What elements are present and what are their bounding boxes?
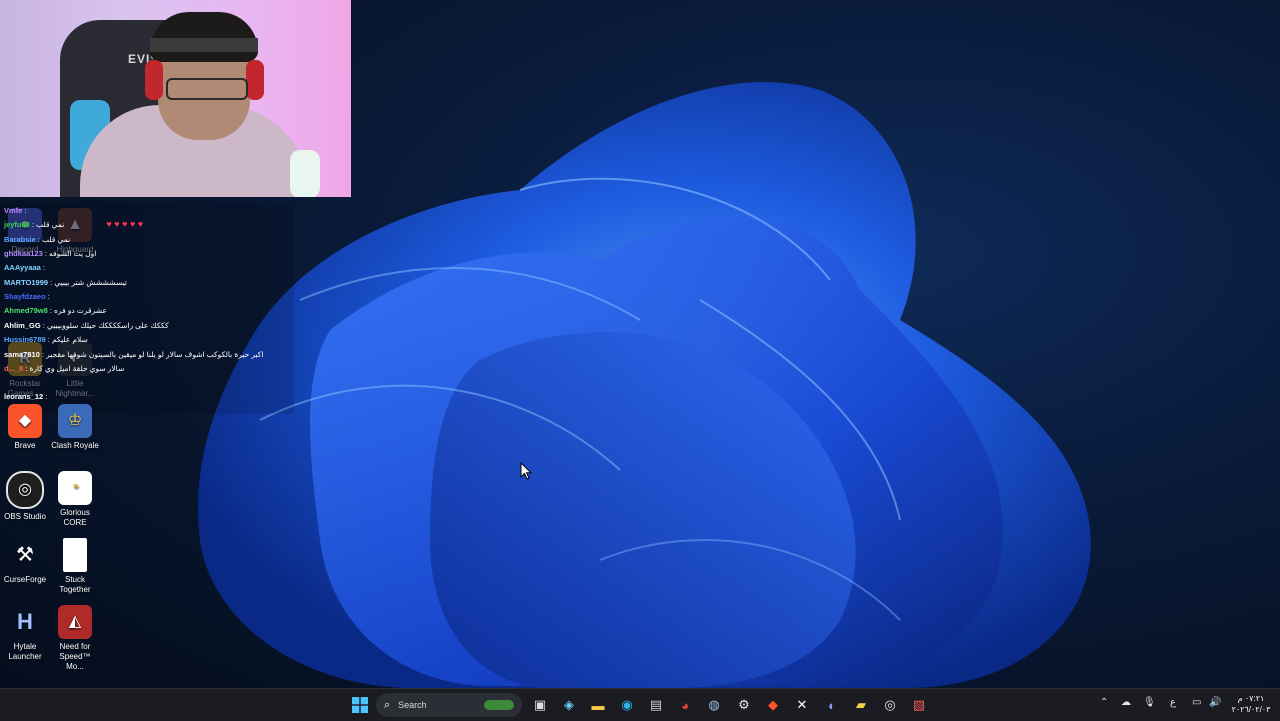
chat-username: Barabsie bbox=[4, 235, 36, 244]
language-indicator[interactable]: ع bbox=[1170, 697, 1176, 708]
chat-username: MARTO1999 bbox=[4, 278, 49, 287]
brave-icon[interactable]: ◆ bbox=[763, 695, 783, 715]
notes-icon[interactable]: ▰ bbox=[851, 695, 871, 715]
chat-username: jeyfu88 bbox=[4, 220, 30, 229]
desktop-icon-label: OBS Studio bbox=[4, 512, 46, 521]
chat-message: Hussin6789 : سلام عليكم bbox=[4, 335, 88, 344]
heart-emotes: ♥ ♥ ♥ ♥ ♥ bbox=[106, 219, 144, 229]
chat-username: leorans_12 bbox=[4, 392, 44, 401]
store-icon[interactable]: ▤ bbox=[646, 695, 666, 715]
desktop-icon-label: Clash Royale bbox=[51, 441, 99, 450]
desktop-icon-label: CurseForge bbox=[3, 575, 47, 584]
edge-icon[interactable]: ◉ bbox=[617, 695, 637, 715]
chat-username: Hussin6789 bbox=[4, 335, 46, 344]
chat-username: Vmfe bbox=[4, 206, 23, 215]
cloud-icon[interactable]: ☁ bbox=[1121, 697, 1131, 708]
windows-start-icon[interactable] bbox=[350, 695, 370, 715]
chat-message: ghdkaa123 : اول يت الشوفه bbox=[4, 249, 97, 258]
search-label: Search bbox=[398, 700, 427, 710]
task-view-icon[interactable]: ▣ bbox=[530, 695, 550, 715]
brave-icon: ◆ bbox=[8, 404, 42, 438]
steam-icon[interactable]: ◍ bbox=[704, 695, 724, 715]
glorious-icon: ◔ bbox=[58, 471, 92, 505]
headphones-left bbox=[145, 60, 163, 100]
chat-username: ghdkaa123 bbox=[4, 249, 43, 258]
taskbar-clock[interactable]: ٠٧:٢١ م ٢٠٢٦/٠٢/٠٣ bbox=[1228, 693, 1274, 715]
obs-icon[interactable]: ◎ bbox=[880, 695, 900, 715]
search-highlight-icon bbox=[484, 700, 514, 710]
chat-message: Vmfe : bbox=[4, 206, 27, 215]
desktop-icon-stuck-together[interactable]: Stuck Together bbox=[50, 538, 100, 595]
desktop-icon-label: Brave bbox=[14, 441, 36, 450]
microphone-icon[interactable]: 🎙 bbox=[1143, 697, 1156, 708]
taskbar-search[interactable]: ⌕ Search bbox=[376, 693, 522, 717]
chat-message: Ahmed79w8 : عشرقرت دو فره bbox=[4, 306, 107, 315]
search-icon: ⌕ bbox=[384, 698, 391, 711]
chevron-up-icon[interactable]: ⌃ bbox=[1100, 697, 1108, 708]
desktop-icon-brave[interactable]: ◆ Brave bbox=[0, 404, 50, 451]
chat-username: Ahlim_GG bbox=[4, 321, 41, 330]
chat-message: jeyfu88 : نمي قلب ♥ ♥ ♥ ♥ ♥ bbox=[4, 219, 144, 230]
chat-message: Barabsie : نمي قلب bbox=[4, 235, 71, 244]
curseforge-icon: ⚒ bbox=[16, 544, 34, 566]
desktop-icon-need-for-speed[interactable]: ◭ Need for Speed™ Mo... bbox=[50, 605, 100, 672]
desktop-icon-glorious-core[interactable]: ◔ Glorious CORE bbox=[50, 471, 100, 528]
desktop-icon-label: Stuck Together bbox=[59, 575, 91, 594]
desktop-icon-label: Need for Speed™ Mo... bbox=[59, 642, 91, 671]
network-icon[interactable]: ▭ bbox=[1192, 697, 1201, 708]
taskbar: ⌕ Search ▣ ◈ ▬ ◉ ▤ ◕ ◍ ⚙ ◆ ✕ ◐ ▰ ◎ ▧ ⌃ ☁… bbox=[0, 688, 1280, 721]
need-for-speed-icon: ◭ bbox=[58, 605, 92, 639]
chat-username: sama7810 bbox=[4, 350, 40, 359]
chat-message: MARTO1999 : تيسشششش شتر بيبيي bbox=[4, 278, 127, 287]
clock-date: ٢٠٢٦/٠٢/٠٣ bbox=[1231, 705, 1271, 714]
chat-message: Ahlim_GG : كككك على راسككككك حيلك سلووبي… bbox=[4, 321, 169, 330]
mouse-cursor-icon bbox=[520, 462, 532, 480]
chat-message: AAAyyaaa : bbox=[4, 263, 45, 272]
clash-royale-icon: ♔ bbox=[58, 404, 92, 438]
file-explorer-icon[interactable]: ▬ bbox=[588, 695, 608, 715]
chat-username: Ahmed79w8 bbox=[4, 306, 48, 315]
desktop-icon-label: Glorious CORE bbox=[60, 508, 90, 527]
copilot-icon[interactable]: ◈ bbox=[559, 695, 579, 715]
capcut-icon[interactable]: ✕ bbox=[792, 695, 812, 715]
glasses bbox=[166, 78, 248, 100]
hytale-icon: H bbox=[17, 609, 33, 634]
discord-icon[interactable]: ◐ bbox=[822, 695, 842, 715]
headband bbox=[150, 38, 258, 52]
headphones-right bbox=[246, 60, 264, 100]
chat-username: Shayfdzaeo bbox=[4, 292, 46, 301]
chrome-icon[interactable]: ◕ bbox=[675, 695, 695, 715]
chat-message: Shayfdzaeo : bbox=[4, 292, 50, 301]
stream-chat-overlay: Vmfe : jeyfu88 : نمي قلب ♥ ♥ ♥ ♥ ♥ Barab… bbox=[0, 202, 294, 414]
clock-time: ٠٧:٢١ م bbox=[1237, 694, 1265, 703]
streamer-hair bbox=[150, 12, 258, 62]
desktop-icon-clash-royale[interactable]: ♔ Clash Royale bbox=[50, 404, 100, 451]
desktop-icon-obs-studio[interactable]: ◎ OBS Studio bbox=[0, 471, 50, 522]
desktop-icon-curseforge[interactable]: ⚒ CurseForge bbox=[0, 538, 50, 585]
desktop-icon-hytale-launcher[interactable]: H Hytale Launcher bbox=[0, 605, 50, 662]
file-icon bbox=[63, 538, 87, 572]
settings-icon[interactable]: ⚙ bbox=[734, 695, 754, 715]
microphone bbox=[290, 150, 320, 197]
chat-message: sama7810 : اكبر حيرة بالكوكب اشوف سالار … bbox=[4, 350, 264, 359]
webcam-overlay: EVIS bbox=[0, 0, 351, 197]
chat-message: leorans_12 : bbox=[4, 392, 48, 401]
snip-icon[interactable]: ▧ bbox=[909, 695, 929, 715]
desktop-icon-label: Hytale Launcher bbox=[8, 642, 42, 661]
chat-username: d..._8 bbox=[4, 364, 24, 373]
chat-message: d..._8 : سالار سوي حلقة اميل وي كارة bbox=[4, 364, 125, 373]
volume-icon[interactable]: 🔊 bbox=[1209, 697, 1221, 708]
obs-icon: ◎ bbox=[6, 471, 44, 509]
chat-username: AAAyyaaa bbox=[4, 263, 41, 272]
